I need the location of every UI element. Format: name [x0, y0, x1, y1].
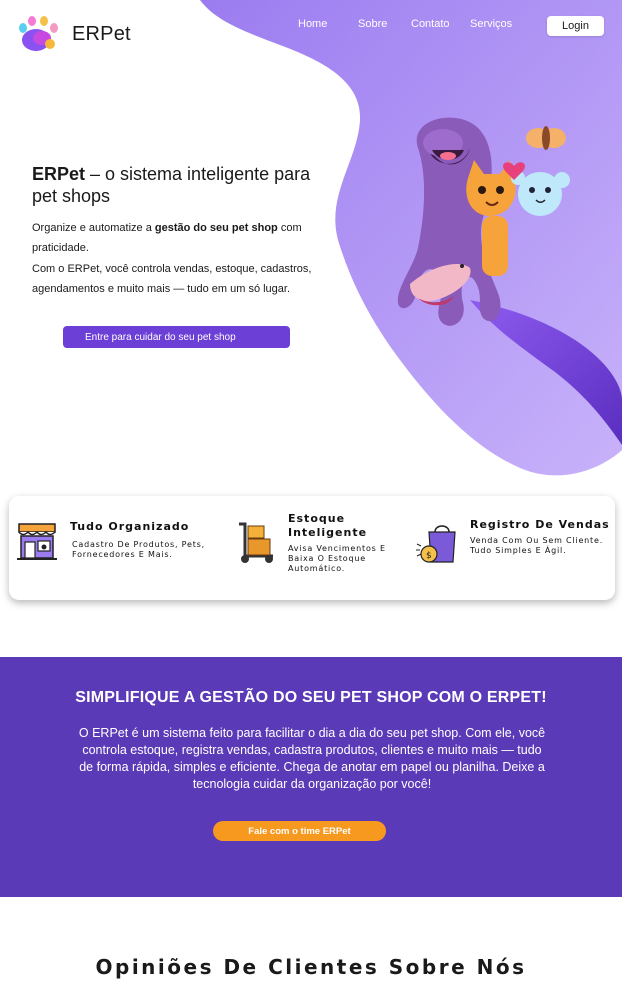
nav-home[interactable]: Home	[298, 18, 358, 30]
features-card: Tudo Organizado Cadastro De Produtos, Pe…	[9, 496, 615, 600]
simplifique-text: O ERPet é um sistema feito para facilita…	[78, 726, 546, 791]
feature-title: Registro De Vendas	[470, 518, 610, 531]
top-nav: Home Sobre Contato Serviços	[298, 18, 530, 30]
hero-cta-button[interactable]: Entre para cuidar do seu pet shop	[63, 326, 290, 348]
hero-p1-bold: gestão do seu pet shop	[154, 222, 278, 234]
svg-text:$: $	[426, 551, 432, 561]
feature-desc: Cadastro De Produtos, Pets, Fornecedores…	[72, 540, 205, 559]
feature-desc: Avisa Vencimentos E Baixa O Estoque Auto…	[288, 544, 386, 573]
nav-sobre[interactable]: Sobre	[358, 18, 411, 30]
hero-paragraph-2: Com o ERPet, você controla vendas, estoq…	[32, 263, 312, 295]
nav-servicos[interactable]: Serviços	[470, 18, 530, 30]
nav-contato[interactable]: Contato	[411, 18, 470, 30]
login-button[interactable]: Login	[547, 16, 604, 36]
hero-p1-text: Organize e automatize a	[32, 222, 155, 234]
feature-title: Tudo Organizado	[70, 520, 190, 533]
hero-title: ERPet – o sistema inteligente para pet s…	[32, 163, 332, 207]
hero-paragraph-1: Organize e automatize a gestão do seu pe…	[32, 218, 332, 258]
hero-title-brand: ERPet	[32, 164, 86, 184]
feature-title: Estoque Inteligente	[288, 512, 368, 539]
brand-logo[interactable]: ERPet	[14, 14, 131, 54]
pet-mascots-illustration	[397, 117, 570, 326]
testimonials-title: Opiniões De Clientes Sobre Nós	[95, 955, 527, 979]
brand-name: ERPet	[72, 22, 131, 45]
storefront-icon	[17, 523, 57, 560]
paw-logo-icon	[19, 16, 58, 51]
feature-item-vendas: $ Registro De Vendas Venda Com Ou Sem Cl…	[415, 496, 615, 600]
feature-desc: Venda Com Ou Sem Cliente. Tudo Simples E…	[470, 536, 604, 555]
shopping-bag-coins-icon: $	[416, 525, 456, 563]
contact-team-button[interactable]: Fale com o time ERPet	[213, 821, 386, 841]
hero-section: ERPet Home Sobre Contato Serviços Login …	[0, 0, 622, 480]
feature-item-estoque: Estoque Inteligente Avisa Vencimentos E …	[215, 496, 415, 600]
hand-truck-boxes-icon	[239, 522, 273, 563]
feature-item-organizado: Tudo Organizado Cadastro De Produtos, Pe…	[9, 496, 215, 600]
simplifique-section: SIMPLIFIQUE A GESTÃO DO SEU PET SHOP COM…	[0, 657, 622, 897]
simplifique-title: SIMPLIFIQUE A GESTÃO DO SEU PET SHOP COM…	[75, 689, 547, 706]
